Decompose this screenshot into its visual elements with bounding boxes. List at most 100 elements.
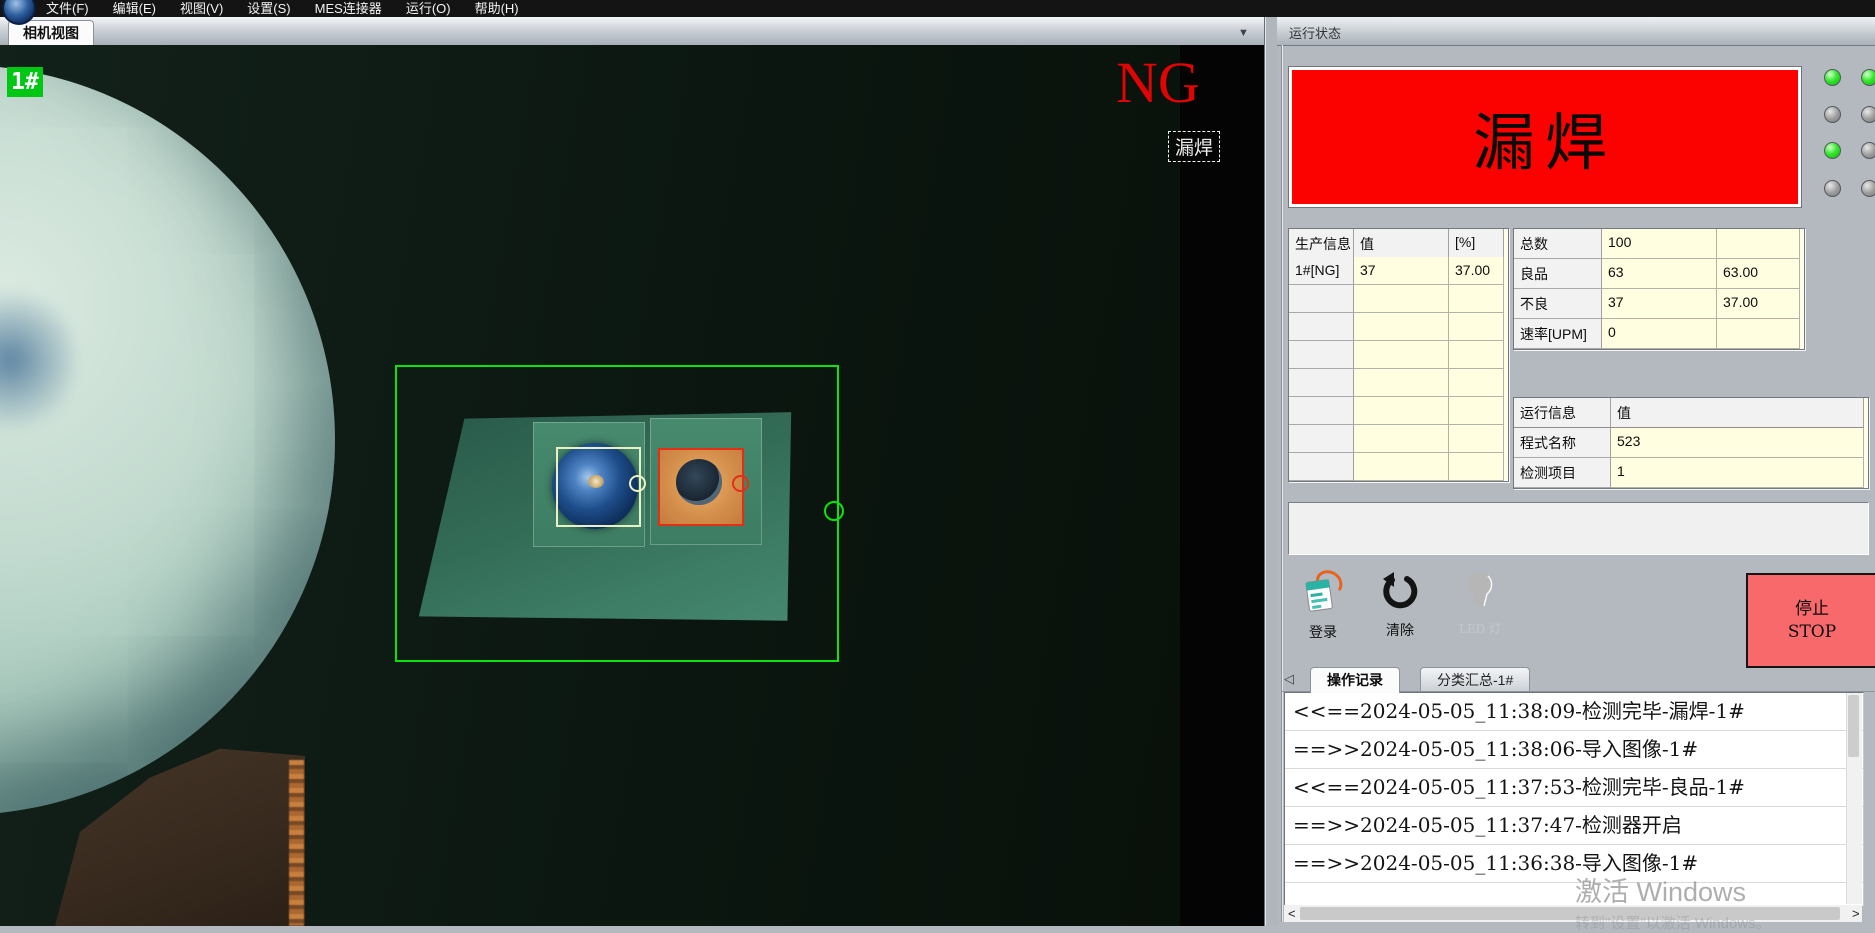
log-entry[interactable]: <<==2024-05-05_11:38:09-检测完毕-漏焊-1# (1285, 693, 1863, 731)
scroll-right-icon[interactable]: > (1852, 905, 1860, 922)
menu-edit[interactable]: 编辑(E) (101, 0, 168, 17)
log-entry[interactable]: ==>>2024-05-05_11:36:38-导入图像-1# (1285, 845, 1863, 883)
status-led-1-left (1824, 69, 1841, 86)
table-cell (1449, 313, 1504, 341)
stop-button[interactable]: 停止 STOP (1746, 573, 1875, 668)
table-cell (1449, 341, 1504, 369)
col-header: 值 (1611, 398, 1864, 428)
scroll-left-icon[interactable]: < (1288, 905, 1296, 922)
defect-tag-chip: 漏焊 (1168, 131, 1220, 162)
table-row (1289, 453, 1354, 481)
badge-icon (1301, 568, 1345, 619)
table-cell: 37 (1354, 257, 1449, 285)
log-entry[interactable]: ==>>2024-05-05_11:37:47-检测器开启 (1285, 807, 1863, 845)
status-led-2-left (1824, 106, 1841, 123)
stat-pct: 63.00 (1717, 259, 1800, 289)
run-info-value: 523 (1611, 428, 1864, 458)
menu-run[interactable]: 运行(O) (394, 0, 463, 17)
stats-table: 总数 100 良品 63 63.00 不良 37 37.00 速率[UPM] 0 (1513, 228, 1805, 350)
table-cell (1354, 341, 1449, 369)
defect-result-text: 漏焊 (1473, 92, 1617, 182)
message-box (1288, 502, 1869, 555)
status-panel-title: 运行状态 (1289, 23, 1341, 42)
stat-label: 总数 (1514, 229, 1602, 259)
table-cell (1449, 453, 1504, 481)
chevron-down-icon[interactable]: ▼ (1238, 28, 1249, 39)
windows-activation-watermark-line2: 转到"设置"以激活 Windows。 (1575, 912, 1771, 933)
table-row (1289, 369, 1354, 397)
led-label: LED 灯 (1459, 620, 1501, 637)
status-led-3-right (1861, 142, 1875, 159)
station-badge: 1# (7, 67, 43, 97)
log-entry[interactable]: ==>>2024-05-05_11:38:06-导入图像-1# (1285, 731, 1863, 769)
result-ng-text: NG (1116, 53, 1200, 113)
table-cell (1354, 285, 1449, 313)
roi-notch-red-icon (732, 475, 749, 492)
clear-button[interactable]: 清除 (1374, 572, 1426, 640)
circular-arrow-icon (1380, 572, 1420, 617)
col-header: 运行信息 (1514, 398, 1611, 428)
stat-pct (1717, 319, 1800, 349)
aoi-inspection-app: { "window": { "menu_items": ["文件(F)", "编… (0, 0, 1875, 926)
table-cell (1449, 285, 1504, 313)
defect-result-banner: 漏焊 (1288, 66, 1802, 208)
menu-file[interactable]: 文件(F) (34, 0, 101, 17)
table-cell: 37.00 (1449, 257, 1504, 285)
table-cell (1354, 313, 1449, 341)
tab-classification-summary[interactable]: 分类汇总-1# (1420, 667, 1530, 693)
status-led-1-right (1861, 69, 1875, 86)
table-row (1289, 285, 1354, 313)
table-cell (1354, 453, 1449, 481)
operation-log-list: <<==2024-05-05_11:38:09-检测完毕-漏焊-1# ==>>2… (1284, 692, 1864, 906)
stat-pct: 37.00 (1717, 289, 1800, 319)
production-info-table: 生产信息 值 [%] 1#[NG] 37 37.00 (1288, 228, 1509, 482)
table-row: 1#[NG] (1289, 257, 1354, 285)
stat-label: 速率[UPM] (1514, 319, 1602, 349)
status-led-3-left (1824, 142, 1841, 159)
table-cell (1354, 397, 1449, 425)
login-button[interactable]: 登录 (1297, 568, 1349, 642)
camera-view-panel: 1# NG 漏焊 (0, 45, 1264, 926)
panel-splitter[interactable] (1264, 17, 1278, 926)
camera-lens-bokeh-disc (0, 65, 335, 815)
table-row (1289, 313, 1354, 341)
table-row (1289, 425, 1354, 453)
menu-bar: 文件(F) 编辑(E) 视图(V) 设置(S) MES连接器 运行(O) 帮助(… (0, 0, 1875, 17)
table-cell (1354, 425, 1449, 453)
table-row (1289, 397, 1354, 425)
stat-label: 不良 (1514, 289, 1602, 319)
log-tab-strip: 操作记录 分类汇总-1# (1281, 664, 1875, 692)
status-led-4-right (1861, 180, 1875, 197)
status-led-2-right (1861, 106, 1875, 123)
roi-rectangle-green (395, 365, 839, 662)
status-panel-header (1277, 17, 1875, 46)
menu-settings[interactable]: 设置(S) (235, 0, 302, 17)
stat-pct (1717, 229, 1800, 259)
menu-help[interactable]: 帮助(H) (463, 0, 531, 17)
menu-view[interactable]: 视图(V) (168, 0, 235, 17)
status-led-4-left (1824, 180, 1841, 197)
tab-operation-log[interactable]: 操作记录 (1310, 667, 1400, 693)
stop-label-cn: 停止 (1795, 598, 1829, 621)
table-row (1289, 341, 1354, 369)
table-cell (1449, 397, 1504, 425)
table-cell (1449, 425, 1504, 453)
log-entry[interactable]: <<==2024-05-05_11:37:53-检测完毕-良品-1# (1285, 769, 1863, 807)
table-cell (1449, 369, 1504, 397)
led-light-button[interactable]: LED 灯 (1450, 570, 1510, 637)
roi-notch-green-icon (824, 501, 844, 521)
clear-label: 清除 (1386, 620, 1414, 640)
roi-notch-white-icon (629, 475, 646, 492)
stop-label-en: STOP (1788, 621, 1836, 644)
camera-tab-strip (0, 17, 1264, 46)
run-info-table: 运行信息 值 程式名称 523 检测项目 1 (1513, 397, 1869, 489)
stat-value: 63 (1602, 259, 1717, 289)
run-info-label: 程式名称 (1514, 428, 1611, 458)
login-label: 登录 (1309, 622, 1337, 642)
stat-value: 100 (1602, 229, 1717, 259)
stat-value: 37 (1602, 289, 1717, 319)
windows-activation-watermark: 激活 Windows (1575, 870, 1746, 909)
run-info-value: 1 (1611, 458, 1864, 488)
menu-mes-connector[interactable]: MES连接器 (303, 0, 394, 17)
log-vertical-scrollbar-thumb[interactable] (1848, 695, 1859, 757)
